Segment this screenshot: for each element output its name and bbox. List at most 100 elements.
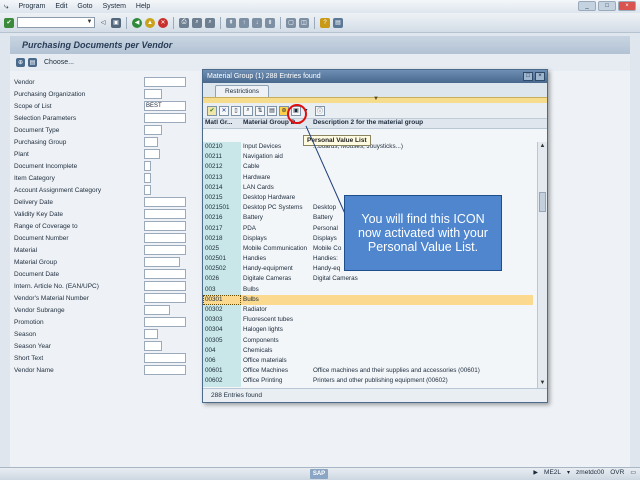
find-icon[interactable]: ⌕ bbox=[192, 17, 202, 28]
list-item[interactable]: 00214 LAN Cards bbox=[203, 182, 533, 193]
last-page-icon[interactable]: ⇟ bbox=[265, 17, 275, 28]
list-item[interactable]: 003 Bulbs bbox=[203, 284, 533, 295]
menu-system[interactable]: System bbox=[103, 3, 126, 10]
chevron-down-icon[interactable]: ▼ bbox=[373, 96, 379, 102]
document-icon[interactable]: ▯ bbox=[231, 105, 241, 116]
cancel-icon[interactable]: ✕ bbox=[219, 105, 229, 116]
sort-icon[interactable]: ⇅ bbox=[255, 105, 265, 116]
print-icon[interactable]: ⎙ bbox=[179, 17, 189, 28]
list-item[interactable]: 00303 Fluorescent tubes bbox=[203, 315, 533, 326]
scope-of-list-field[interactable]: BEST bbox=[144, 101, 186, 111]
find-next-icon[interactable]: ⌕ bbox=[205, 17, 215, 28]
material-group-field[interactable] bbox=[144, 257, 180, 267]
tab-restrictions[interactable]: Restrictions bbox=[215, 85, 269, 97]
scroll-down-icon[interactable]: ▼ bbox=[538, 379, 547, 388]
account-assignment-category-field[interactable] bbox=[144, 185, 151, 195]
document-incomplete-field[interactable] bbox=[144, 161, 151, 171]
purchasing-group-field[interactable] bbox=[144, 137, 158, 147]
list-item[interactable]: 00305 Components bbox=[203, 335, 533, 346]
ean-label: Intern. Article No. (EAN/UPC) bbox=[14, 283, 99, 290]
continue-icon[interactable]: ✔ bbox=[207, 105, 217, 116]
season-field[interactable] bbox=[144, 329, 158, 339]
enter-icon[interactable]: ✔ bbox=[4, 17, 14, 28]
menu-program[interactable]: Program bbox=[18, 3, 45, 10]
toolbar-divider bbox=[126, 16, 127, 29]
document-date-label: Document Date bbox=[14, 271, 60, 278]
maximize-icon[interactable]: □ bbox=[523, 72, 533, 81]
list-item[interactable]: 004 Chemicals bbox=[203, 345, 533, 356]
info-icon[interactable]: ⓘ bbox=[315, 105, 325, 116]
close-icon[interactable]: × bbox=[535, 72, 545, 81]
menu-help[interactable]: Help bbox=[136, 3, 150, 10]
selection-parameters-field[interactable] bbox=[144, 113, 186, 123]
list-item[interactable]: 006 Office materials bbox=[203, 355, 533, 367]
list-item[interactable]: 00213 Hardware bbox=[203, 172, 533, 183]
plant-field[interactable] bbox=[144, 149, 160, 159]
purchasing-organization-field[interactable] bbox=[144, 89, 162, 99]
season-year-field[interactable] bbox=[144, 341, 162, 351]
exit-icon[interactable]: ▲ bbox=[145, 17, 155, 28]
validity-key-date-field[interactable] bbox=[144, 209, 186, 219]
vendor-subrange-field[interactable] bbox=[144, 305, 170, 315]
list-item[interactable]: 00211 Navigation aid bbox=[203, 152, 533, 163]
column-header-matl-gr[interactable]: Matl Gr... bbox=[203, 119, 241, 128]
scroll-thumb[interactable] bbox=[539, 192, 546, 212]
cancel-icon[interactable]: ✕ bbox=[158, 17, 168, 28]
document-number-field[interactable] bbox=[144, 233, 186, 243]
shortcut-icon[interactable]: ◫ bbox=[299, 17, 309, 28]
document-type-field[interactable] bbox=[144, 125, 162, 135]
list-item-name: PDA bbox=[243, 224, 256, 232]
filter-icon[interactable]: ▤ bbox=[267, 105, 277, 116]
menu-goto[interactable]: Goto bbox=[77, 3, 92, 10]
list-item-selected[interactable]: 00301 Bulbs bbox=[203, 294, 533, 305]
list-item-name: Halogen lights bbox=[243, 326, 283, 334]
save-icon[interactable]: ◁ bbox=[98, 18, 108, 28]
new-session-icon[interactable]: ▢ bbox=[286, 17, 296, 28]
menu-edit[interactable]: Edit bbox=[55, 3, 67, 10]
list-item-description bbox=[311, 346, 533, 356]
choose-button[interactable]: Choose... bbox=[44, 59, 74, 66]
command-field[interactable]: ▼ bbox=[17, 17, 95, 28]
prev-page-icon[interactable]: ↑ bbox=[239, 17, 249, 28]
list-item[interactable]: 00302 Radiator bbox=[203, 305, 533, 316]
variant-icon[interactable]: ▤ bbox=[28, 58, 37, 67]
chevron-down-icon[interactable]: ▼ bbox=[85, 18, 94, 27]
chevron-down-icon[interactable]: ▾ bbox=[567, 469, 570, 476]
range-of-coverage-field[interactable] bbox=[144, 221, 186, 231]
next-page-icon[interactable]: ↓ bbox=[252, 17, 262, 28]
help-icon[interactable]: ? bbox=[320, 17, 330, 28]
scroll-up-icon[interactable]: ▲ bbox=[538, 142, 547, 151]
menu-icon[interactable]: ⤷ bbox=[4, 2, 8, 12]
ean-field[interactable] bbox=[144, 281, 186, 291]
delivery-date-field[interactable] bbox=[144, 197, 186, 207]
maximize-icon[interactable]: □ bbox=[598, 1, 616, 11]
close-icon[interactable]: × bbox=[618, 1, 636, 11]
minimize-icon[interactable]: _ bbox=[578, 1, 596, 11]
list-item[interactable]: 0026 Digitale Cameras Digital Cameras bbox=[203, 274, 533, 285]
document-date-field[interactable] bbox=[144, 269, 186, 279]
vendor-field[interactable] bbox=[144, 77, 186, 87]
item-category-field[interactable] bbox=[144, 173, 151, 183]
material-field[interactable] bbox=[144, 245, 186, 255]
back-icon[interactable]: ◀ bbox=[132, 17, 142, 28]
list-item-code: 002502 bbox=[203, 264, 241, 275]
save-disk-icon[interactable]: ▣ bbox=[111, 17, 121, 28]
list-item[interactable]: 00304 Halogen lights bbox=[203, 325, 533, 336]
purchasing-organization-label: Purchasing Organization bbox=[14, 91, 86, 98]
list-item[interactable]: 00601 Office Machines Office machines and … bbox=[203, 366, 533, 377]
short-text-field[interactable] bbox=[144, 353, 186, 363]
execute-icon[interactable]: ⊕ bbox=[16, 58, 25, 67]
promotion-field[interactable] bbox=[144, 317, 186, 327]
vendors-material-number-field[interactable] bbox=[144, 293, 186, 303]
find-icon[interactable]: ⌕ bbox=[243, 105, 253, 116]
popup-title: Material Group (1) 288 Entries found bbox=[207, 73, 321, 80]
column-header-description-2[interactable]: Description 2 for the material group bbox=[311, 119, 491, 128]
first-page-icon[interactable]: ⇞ bbox=[226, 17, 236, 28]
restrictions-collapse-bar[interactable]: ▼ bbox=[203, 96, 547, 103]
list-item[interactable]: 00602 Office Printing Printers and other p… bbox=[203, 376, 533, 387]
triangle-icon[interactable]: ▶ bbox=[533, 469, 538, 476]
vendor-name-field[interactable] bbox=[144, 365, 186, 375]
vertical-scrollbar[interactable]: ▲ ▼ bbox=[537, 142, 547, 388]
layout-icon[interactable]: ▤ bbox=[333, 17, 343, 28]
list-item[interactable]: 00212 Cable bbox=[203, 162, 533, 173]
